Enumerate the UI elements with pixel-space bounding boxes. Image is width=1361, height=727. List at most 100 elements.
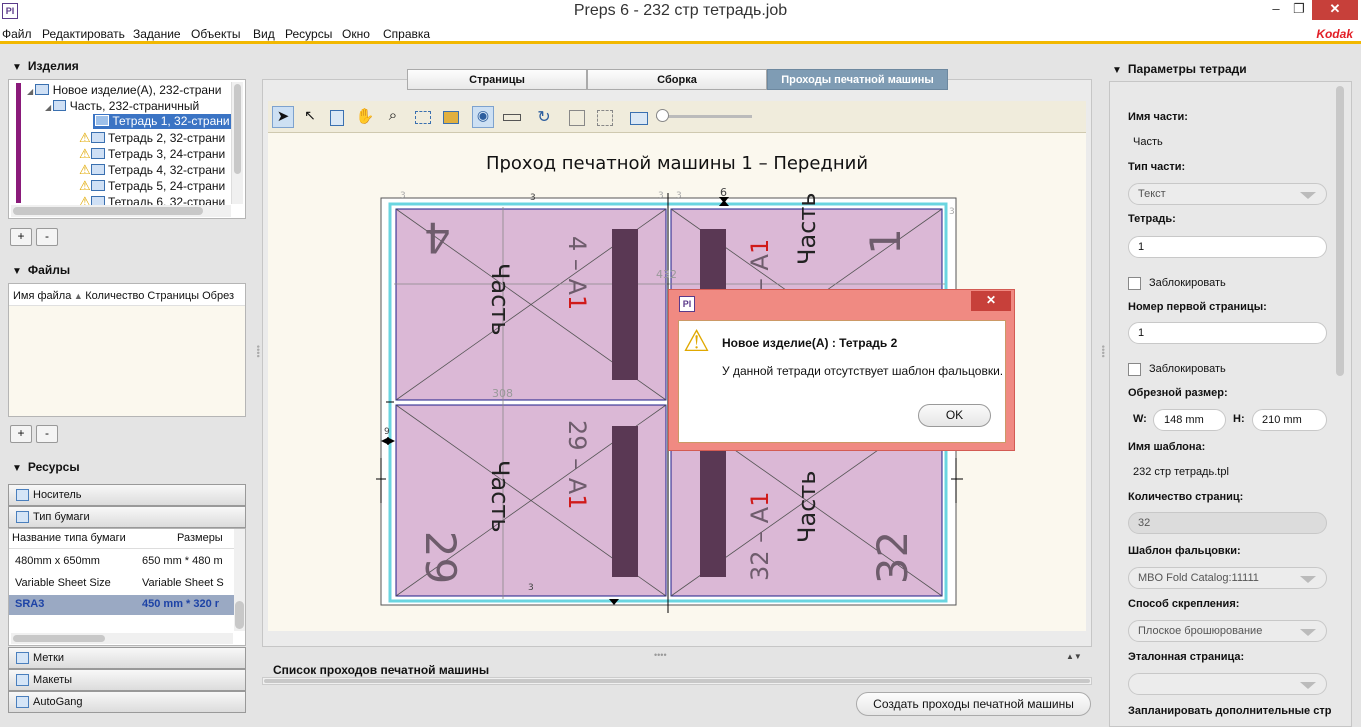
paper-type-accordion[interactable]: Тип бумаги [8,506,246,528]
signature-icon [90,164,105,175]
book-icon [35,84,50,95]
params-header[interactable]: ▼ Параметры тетради [1112,62,1247,76]
signature-icon [95,115,109,126]
paper-row[interactable]: 480mm x 650mm 650 mm * 480 m [9,551,234,573]
menu-objects[interactable]: Объекты [191,27,241,41]
menu-window[interactable]: Окно [342,27,370,41]
direct-select-icon[interactable]: ↖ [299,106,321,128]
page-select-icon[interactable] [326,106,348,128]
add-file-button[interactable]: + [10,425,32,443]
left-splitter-grip[interactable]: •••• [253,345,263,358]
zoom-icon[interactable]: ⌕ [382,106,404,128]
remove-file-button[interactable]: - [36,425,58,443]
first-page-label: Номер первой страницы: [1128,301,1267,313]
paper-size: Variable Sheet S [142,577,224,589]
ok-button[interactable]: OK [918,404,991,427]
resources-header[interactable]: ▼ Ресурсы [12,460,80,474]
part-type-select[interactable]: Текст [1128,183,1327,205]
col-filename[interactable]: Имя файла [13,290,71,302]
layout-icon-2[interactable] [593,106,615,128]
paper-name: 480mm x 650mm [15,555,100,567]
dialog-message: У данной тетради отсутствует шаблон фаль… [722,364,1004,378]
dialog-close-button[interactable]: ✕ [971,291,1011,311]
page-count-field: 32 [1128,512,1327,534]
col-paper-name[interactable]: Название типа бумаги [12,532,126,544]
hand-icon[interactable]: ✋ [354,106,376,128]
tab-press-runs[interactable]: Проходы печатной машины [767,69,948,90]
create-press-runs-button[interactable]: Создать проходы печатной машины [856,692,1091,716]
lock-checkbox-1[interactable] [1128,277,1141,290]
height-field[interactable]: 210 mm [1252,409,1327,431]
tree-item-signature-4[interactable]: ⚠ Тетрадь 4, 32-страни [79,162,225,178]
right-splitter-grip[interactable]: •••• [1098,345,1108,358]
eye-icon[interactable]: ◉ [472,106,494,128]
tree-item-signature-1[interactable]: Тетрадь 1, 32-страни [93,114,232,129]
marks-accordion[interactable]: Метки [8,647,246,669]
tab-pages[interactable]: Страницы [407,69,587,90]
media-accordion[interactable]: Носитель [8,484,246,506]
tree-item-product[interactable]: ◢ Новое изделие(A), 232-страни [27,83,221,97]
autogang-accordion[interactable]: AutoGang [8,691,246,713]
margin-label: 3 [530,193,536,203]
menu-resources[interactable]: Ресурсы [285,27,332,41]
rotate-icon[interactable]: ↻ [533,106,555,128]
remove-product-button[interactable]: - [36,228,58,246]
menu-file[interactable]: Файл [2,27,32,41]
lock-checkbox-2[interactable] [1128,363,1141,376]
zoom-slider[interactable] [656,109,752,122]
width-field[interactable]: 148 mm [1153,409,1226,431]
expand-icon: ◢ [27,87,36,96]
reference-page-select[interactable] [1128,673,1327,695]
maximize-button[interactable]: ❐ [1285,0,1313,20]
splitter-handle[interactable]: •••• [654,650,667,660]
warning-icon: ⚠ [79,178,91,193]
signature-field[interactable]: 1 [1128,236,1327,258]
list-scrollbar[interactable] [262,677,1092,685]
fold-template-select[interactable]: MBO Fold Catalog:11111 [1128,567,1327,589]
add-product-button[interactable]: + [10,228,32,246]
vertical-scrollbar[interactable] [234,529,245,631]
col-pages[interactable]: Страницы [147,290,199,302]
tree-item-signature-3[interactable]: ⚠ Тетрадь 3, 24-страни [79,146,225,162]
menu-help[interactable]: Справка [383,27,430,41]
layout-icon-1[interactable] [565,106,587,128]
horizontal-scrollbar[interactable] [11,205,231,217]
height-label: H: [1233,413,1245,425]
signature-icon [90,148,105,159]
dialog-body: ⚠ Новое изделие(A) : Тетрадь 2 У данной … [678,320,1006,443]
page-code-label: 32 – A1 [746,491,774,582]
paper-row-selected[interactable]: SRA3 450 mm * 320 r [9,595,234,615]
horizontal-scrollbar[interactable] [11,633,233,644]
lock-label-1: Заблокировать [1149,277,1226,289]
tree-item-signature-5[interactable]: ⚠ Тетрадь 5, 24-страни [79,178,225,194]
menu-edit[interactable]: Редактировать [42,27,125,41]
tree-item-signature-2[interactable]: ⚠ Тетрадь 2, 32-страни [79,130,225,146]
products-header[interactable]: ▼ Изделия [12,59,79,73]
grid-select-icon[interactable] [410,106,432,128]
reference-page-label: Эталонная страница: [1128,651,1245,663]
binding-label: Способ скрепления: [1128,598,1240,610]
col-paper-size[interactable]: Размеры [177,532,223,544]
close-window-button[interactable]: ✕ [1312,0,1358,20]
paper-row[interactable]: Variable Sheet Size Variable Sheet S [9,573,234,595]
col-count[interactable]: Количество [85,290,144,302]
ruler-icon[interactable] [500,106,522,128]
tree-item-part[interactable]: ◢ Часть, 232-страничный [45,99,199,113]
select-arrow-icon[interactable]: ➤ [272,106,294,128]
page-code-label: 29 – A1 [563,420,591,510]
collapse-arrows-icon[interactable]: ▲▼ [1066,652,1082,661]
first-page-field[interactable]: 1 [1128,322,1327,344]
margin-left-label: 9 [384,427,390,437]
files-header[interactable]: ▼ Файлы [12,263,70,277]
layouts-accordion[interactable]: Макеты [8,669,246,691]
vertical-scrollbar[interactable] [231,82,243,204]
template-name-value: 232 стр тетрадь.tpl [1133,466,1229,478]
menu-job[interactable]: Задание [133,27,181,41]
col-trim[interactable]: Обрез [202,290,234,302]
binding-select[interactable]: Плоское брошюрование [1128,620,1327,642]
tab-assembly[interactable]: Сборка [587,69,767,90]
params-scrollbar[interactable] [1333,84,1347,384]
menu-view[interactable]: Вид [253,27,275,41]
fit-icon[interactable] [626,106,648,128]
grid-star-icon[interactable] [438,106,460,128]
